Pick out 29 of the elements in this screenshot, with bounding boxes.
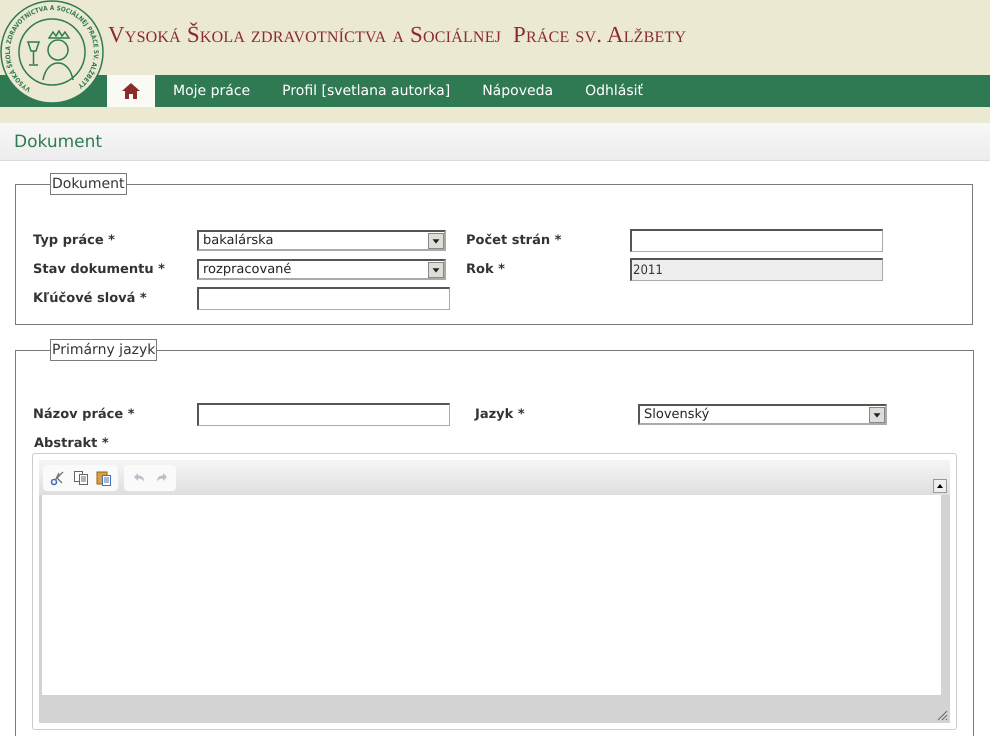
scissors-icon [50,470,66,486]
input-field[interactable] [197,287,450,310]
field-label: Abstrakt * [34,436,110,451]
field-label: Jazyk * [473,407,526,422]
section-legend: Primárny jazyk [50,339,158,361]
nav-link[interactable]: Profil [svetlana autorka] [266,75,466,107]
field-label: Názov práce * [33,407,136,422]
input-field[interactable] [630,229,883,252]
home-icon [121,82,141,100]
paste-icon [96,470,112,486]
site-title: Vysoká Škola zdravotníctva a Sociálnej Práce sv. Alžbety [108,22,686,47]
copy-icon [72,470,88,486]
field-label: Kľúčové slová * [33,291,148,306]
page-title: Dokument [14,132,102,152]
dropdown[interactable]: Slovenský [638,404,887,425]
dropdown[interactable]: bakalárska [197,230,446,251]
field-label: Rok * [466,262,506,277]
nav-link[interactable]: Nápoveda [466,75,570,107]
field-label: Typ práce * [33,233,116,248]
scroll-up-icon[interactable] [933,479,947,493]
dropdown[interactable]: rozpracované [197,259,446,280]
field-label: Stav dokumentu * [33,262,166,277]
nav-link[interactable]: Odhlásiť [569,75,659,107]
section-legend: Dokument [50,173,127,195]
resize-grip-icon[interactable] [936,709,948,721]
field-label: Počet strán * [466,233,562,248]
home-tab[interactable] [107,75,155,107]
nav-link[interactable]: Moje práce [157,75,266,107]
input-field[interactable] [197,403,450,426]
